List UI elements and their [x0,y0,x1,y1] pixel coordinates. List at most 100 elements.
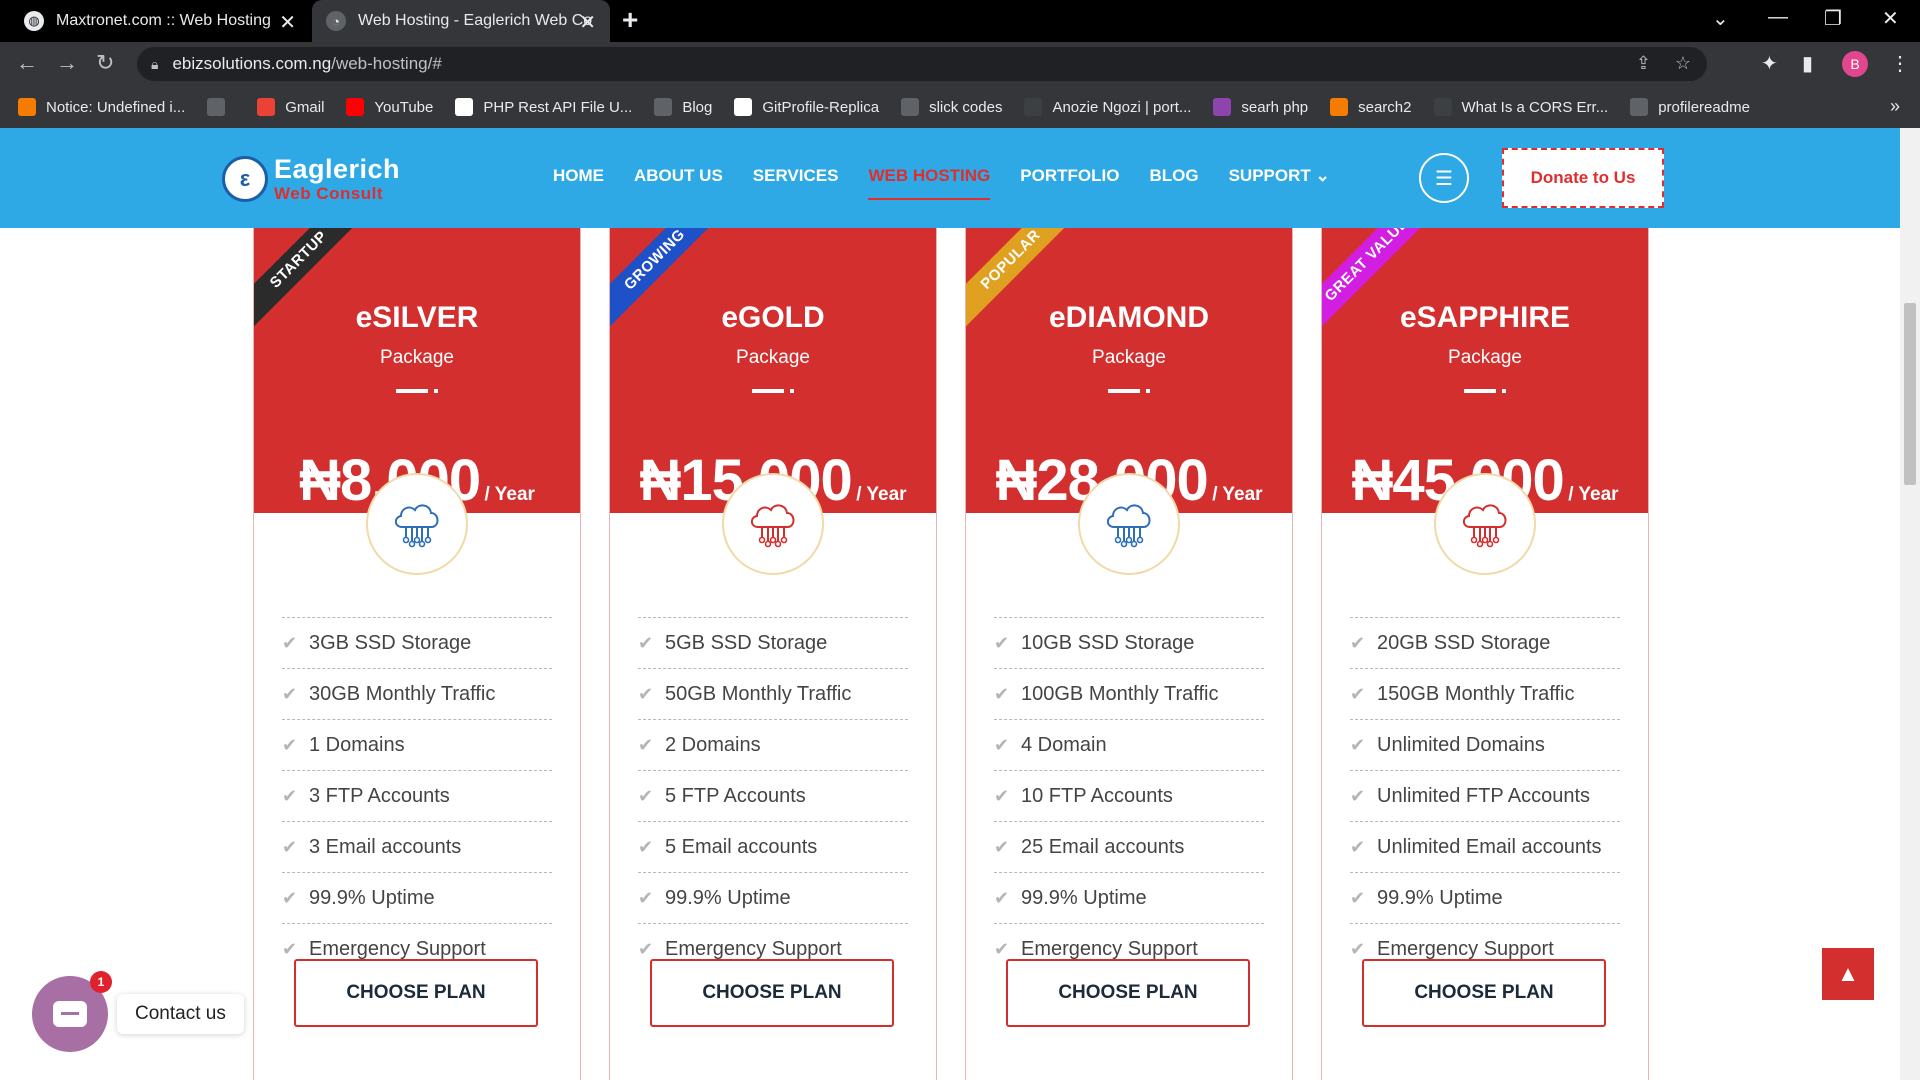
feature-label: 5 FTP Accounts [665,784,806,807]
address-bar: ← → ↻ 🔒︎ ebizsolutions.com.ng /web-hosti… [0,42,1920,86]
scrollbar-thumb[interactable] [1904,303,1916,485]
extensions-icon[interactable]: ✦ [1761,51,1778,76]
nav-item-support[interactable]: SUPPORT ⌄ [1229,166,1330,186]
feature-label: 30GB Monthly Traffic [309,682,496,705]
donate-button[interactable]: Donate to Us [1502,148,1664,208]
feature-label: 99.9% Uptime [665,886,791,909]
site-logo[interactable]: ε Eaglerich Web Consult [222,156,400,202]
window-close-icon[interactable]: ✕ [1882,6,1899,31]
browser-tab-active[interactable]: ◔ Web Hosting - Eaglerich Web Co ✕ [312,0,610,42]
new-tab-icon[interactable]: + [622,4,638,36]
nav-item-about-us[interactable]: ABOUT US [634,166,723,186]
feature-label: 10GB SSD Storage [1021,631,1195,654]
feature-item: ✔ 99.9% Uptime [638,872,908,923]
feature-label: 3GB SSD Storage [309,631,472,654]
check-icon: ✔ [1350,836,1366,857]
nav-item-home[interactable]: HOME [553,166,604,186]
globe-icon: ◍ [24,11,44,31]
bookmark-item[interactable]: Gmail [257,98,324,116]
bookmark-item[interactable]: What Is a CORS Err... [1433,98,1609,116]
check-icon: ✔ [994,683,1010,704]
browser-tab-inactive[interactable]: ◍ Maxtronet.com :: Web Hosting ✕ [10,0,310,42]
check-icon: ✔ [994,632,1010,653]
plan-divider [1108,389,1140,393]
feature-item: ✔ 30GB Monthly Traffic [282,668,552,719]
tab-search-icon[interactable]: ⌄ [1712,6,1729,31]
check-icon: ✔ [994,734,1010,755]
feature-label: 25 Email accounts [1021,835,1185,858]
bookmark-star-icon[interactable]: ☆ [1675,53,1691,74]
plan-subtitle: Package [1448,347,1522,368]
bookmark-favicon-icon [1213,98,1232,116]
check-icon: ✔ [1350,785,1366,806]
feature-label: 4 Domain [1021,733,1107,756]
nav-item-label: ABOUT US [634,166,723,185]
chevron-up-icon: ▲ [1837,961,1859,986]
feature-item: ✔ 10GB SSD Storage [994,617,1264,668]
bookmark-item[interactable]: Blog [654,98,712,116]
feature-item: ✔ 5 FTP Accounts [638,770,908,821]
feature-item: ✔ 50GB Monthly Traffic [638,668,908,719]
feature-item: ✔ 25 Email accounts [994,821,1264,872]
nav-item-services[interactable]: SERVICES [753,166,839,186]
page-scrollbar[interactable] [1900,128,1920,1080]
bookmark-label: GitProfile-Replica [762,98,880,116]
price-period: / Year [484,484,535,505]
bookmarks-overflow-icon[interactable]: » [1890,96,1900,117]
logo-subtitle: Web Consult [274,184,384,203]
feature-label: Unlimited Domains [1377,733,1545,756]
back-to-top-button[interactable]: ▲ [1822,948,1874,1000]
bookmark-item[interactable]: searh php [1213,98,1308,116]
nav-item-web-hosting[interactable]: WEB HOSTING [868,166,990,200]
check-icon: ✔ [994,938,1010,959]
bookmark-item[interactable]: slick codes [901,98,1002,116]
bookmark-favicon-icon [257,98,276,116]
profile-avatar[interactable]: B [1842,51,1868,77]
share-icon[interactable]: ⇪ [1636,53,1651,74]
nav-item-blog[interactable]: BLOG [1149,166,1198,186]
hamburger-menu-icon[interactable]: ☰ [1419,153,1469,203]
choose-plan-button[interactable]: CHOOSE PLAN [294,959,538,1027]
bookmark-item[interactable]: YouTube [346,98,433,116]
check-icon: ✔ [282,836,298,857]
bookmark-item[interactable]: PHP Rest API File U... [455,98,632,116]
pricing-card: GREAT VALUEeSAPPHIREPackage₦45,000 / Yea… [1321,188,1649,1080]
bookmark-item[interactable]: profilereadme [1630,98,1750,116]
choose-plan-button[interactable]: CHOOSE PLAN [1006,959,1250,1027]
check-icon: ✔ [638,683,654,704]
lock-icon: 🔒︎ [151,55,159,72]
url-input[interactable]: 🔒︎ ebizsolutions.com.ng /web-hosting/# ☆… [137,47,1707,81]
feature-label: Emergency Support [665,937,842,960]
feature-label: Emergency Support [309,937,486,960]
forward-icon[interactable]: → [56,50,78,76]
feature-list: ✔ 10GB SSD Storage ✔ 100GB Monthly Traffic ✔… [994,617,1264,974]
contact-us-label[interactable]: Contact us [117,994,244,1034]
feature-label: 150GB Monthly Traffic [1377,682,1575,705]
check-icon: ✔ [282,785,298,806]
feature-label: Unlimited Email accounts [1377,835,1602,858]
check-icon: ✔ [1350,632,1366,653]
back-icon[interactable]: ← [16,50,38,76]
bookmark-item[interactable] [207,98,235,116]
nav-item-portfolio[interactable]: PORTFOLIO [1020,166,1119,186]
bookmark-item[interactable]: Anozie Ngozi | port... [1024,98,1191,116]
bookmark-favicon-icon [1330,98,1349,116]
close-icon[interactable]: ✕ [279,10,296,35]
minimize-icon[interactable]: — [1768,6,1788,29]
feature-item: ✔ Unlimited FTP Accounts [1350,770,1620,821]
bookmark-item[interactable]: GitProfile-Replica [734,98,879,116]
browser-menu-icon[interactable]: ⋮ [1890,51,1910,76]
feature-item: ✔ 99.9% Uptime [1350,872,1620,923]
bookmark-label: What Is a CORS Err... [1461,98,1609,116]
close-icon[interactable]: ✕ [579,10,596,35]
restore-icon[interactable]: ❐ [1824,6,1842,31]
bookmark-item[interactable]: Notice: Undefined i... [18,98,185,116]
choose-plan-button[interactable]: CHOOSE PLAN [1362,959,1606,1027]
chevron-down-icon: ⌄ [1310,166,1330,185]
bookmark-item[interactable]: search2 [1330,98,1412,116]
choose-plan-button[interactable]: CHOOSE PLAN [650,959,894,1027]
side-panel-icon[interactable]: ▮ [1802,51,1813,76]
reload-icon[interactable]: ↻ [96,50,114,76]
bookmark-label: Notice: Undefined i... [46,98,186,116]
tab-title: Maxtronet.com :: Web Hosting [56,12,271,29]
